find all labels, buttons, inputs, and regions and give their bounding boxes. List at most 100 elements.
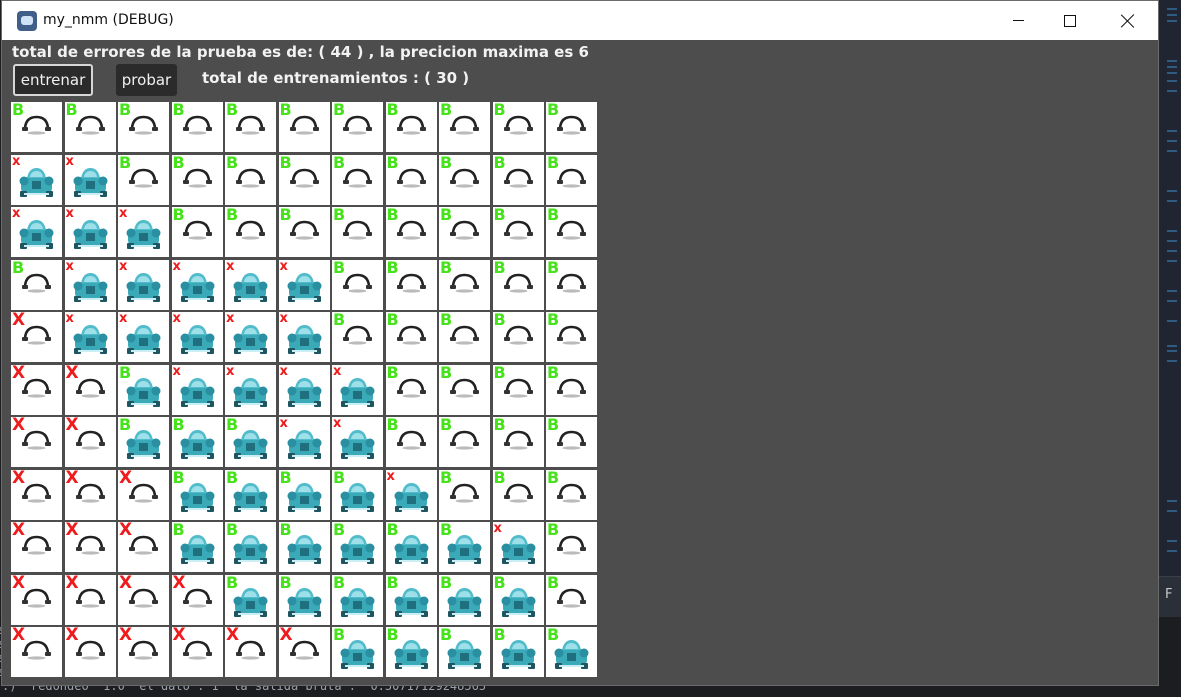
result-cell: x bbox=[171, 312, 223, 362]
result-cell: B bbox=[546, 364, 597, 415]
result-cell: B bbox=[439, 417, 490, 467]
editor-side-tab[interactable]: F bbox=[1159, 576, 1181, 617]
minimize-button[interactable] bbox=[995, 1, 1041, 40]
error-mark: x bbox=[279, 364, 288, 379]
result-cell: B bbox=[492, 574, 544, 625]
correct-mark: B bbox=[493, 312, 506, 329]
error-mark: X bbox=[172, 574, 186, 593]
correct-mark: B bbox=[440, 259, 453, 277]
correct-mark: B bbox=[547, 522, 560, 539]
test-button[interactable]: probar bbox=[116, 64, 177, 96]
maximize-button[interactable] bbox=[1047, 1, 1093, 40]
editor-code-line bbox=[1167, 290, 1177, 292]
correct-mark: B bbox=[279, 207, 292, 224]
correct-mark: B bbox=[493, 364, 506, 382]
result-cell: B bbox=[492, 627, 544, 677]
correct-mark: B bbox=[119, 364, 132, 382]
result-cell: B bbox=[278, 469, 330, 520]
editor-code-line bbox=[1167, 130, 1177, 132]
correct-mark: B bbox=[547, 102, 560, 119]
correct-mark: B bbox=[440, 627, 453, 644]
correct-mark: B bbox=[226, 469, 239, 487]
result-cell: B bbox=[492, 102, 544, 152]
correct-mark: B bbox=[12, 102, 25, 119]
result-cell: x bbox=[278, 417, 330, 467]
result-cell: B bbox=[492, 469, 544, 520]
error-mark: x bbox=[119, 259, 128, 274]
result-cell: B bbox=[492, 364, 544, 415]
error-mark: x bbox=[493, 522, 502, 536]
result-cell: B bbox=[332, 207, 383, 257]
error-mark: X bbox=[12, 312, 26, 330]
error-mark: X bbox=[65, 627, 79, 645]
close-icon bbox=[1121, 14, 1135, 28]
result-cell: B bbox=[492, 417, 544, 467]
correct-mark: B bbox=[386, 574, 399, 592]
error-mark: x bbox=[65, 259, 74, 274]
editor-code-line bbox=[1167, 345, 1177, 347]
editor-code-line bbox=[1167, 140, 1177, 142]
correct-mark: B bbox=[333, 574, 346, 592]
correct-mark: B bbox=[172, 522, 185, 539]
result-cell: B bbox=[171, 207, 223, 257]
title-bar[interactable]: my_nmm (DEBUG) bbox=[2, 1, 1158, 40]
close-button[interactable] bbox=[1105, 1, 1151, 40]
editor-code-line bbox=[1167, 66, 1177, 68]
errors-summary: total de errores de la prueba es de: ( 4… bbox=[12, 43, 589, 61]
result-cell: X bbox=[11, 627, 62, 677]
error-mark: x bbox=[119, 312, 128, 326]
correct-mark: B bbox=[547, 312, 560, 329]
result-cell: x bbox=[385, 469, 437, 520]
correct-mark: B bbox=[12, 259, 25, 277]
error-mark: x bbox=[279, 312, 288, 326]
result-cell: X bbox=[64, 364, 116, 415]
correct-mark: B bbox=[279, 522, 292, 539]
correct-mark: B bbox=[226, 102, 239, 119]
error-mark: X bbox=[226, 627, 240, 645]
editor-code-line bbox=[1167, 250, 1177, 252]
correct-mark: B bbox=[440, 417, 453, 434]
error-mark: X bbox=[12, 627, 26, 645]
correct-mark: B bbox=[279, 574, 292, 592]
correct-mark: B bbox=[172, 469, 185, 487]
error-mark: x bbox=[226, 259, 235, 274]
result-cell: B bbox=[118, 102, 169, 152]
result-cell: B bbox=[278, 102, 330, 152]
correct-mark: B bbox=[440, 574, 453, 592]
correct-mark: B bbox=[279, 154, 292, 172]
result-cell: x bbox=[332, 364, 383, 415]
editor-code-line bbox=[1167, 150, 1177, 152]
correct-mark: B bbox=[333, 312, 346, 329]
result-cell: B bbox=[439, 207, 490, 257]
result-cell: B bbox=[332, 574, 383, 625]
error-mark: X bbox=[65, 417, 79, 435]
correct-mark: B bbox=[493, 102, 506, 119]
correct-mark: B bbox=[440, 154, 453, 172]
correct-mark: B bbox=[333, 627, 346, 644]
result-cell: B bbox=[546, 207, 597, 257]
result-cell: x bbox=[332, 417, 383, 467]
editor-code-line bbox=[1167, 510, 1177, 512]
error-mark: X bbox=[119, 574, 133, 593]
correct-mark: B bbox=[493, 207, 506, 224]
correct-mark: B bbox=[493, 469, 506, 487]
correct-mark: B bbox=[65, 102, 78, 119]
error-mark: X bbox=[12, 417, 26, 435]
result-cell: x bbox=[11, 154, 62, 205]
result-cell: x bbox=[278, 312, 330, 362]
editor-code-line bbox=[1167, 60, 1177, 62]
result-cell: B bbox=[118, 417, 169, 467]
result-cell: X bbox=[64, 522, 116, 572]
correct-mark: B bbox=[493, 417, 506, 434]
train-button[interactable]: entrenar bbox=[13, 64, 93, 96]
correct-mark: B bbox=[440, 207, 453, 224]
error-mark: X bbox=[279, 627, 293, 645]
editor-code-line bbox=[1167, 200, 1177, 202]
correct-mark: B bbox=[333, 102, 346, 119]
error-mark: x bbox=[226, 312, 235, 326]
result-cell: x bbox=[225, 312, 276, 362]
result-cell: B bbox=[439, 154, 490, 205]
correct-mark: B bbox=[226, 522, 239, 539]
result-cell: B bbox=[439, 102, 490, 152]
result-cell: x bbox=[64, 312, 116, 362]
